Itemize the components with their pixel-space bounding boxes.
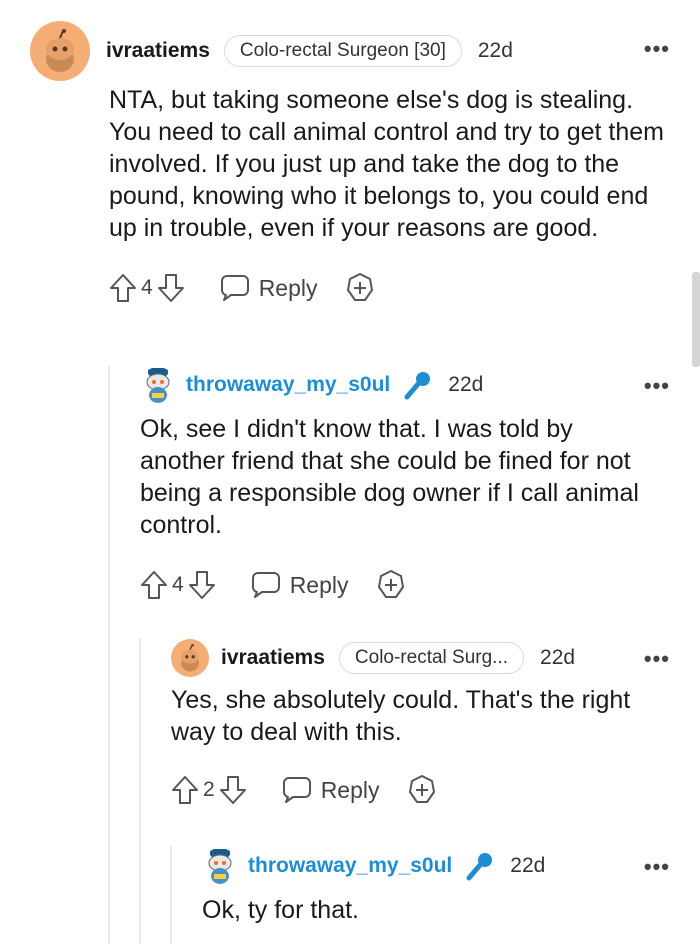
comment-timestamp: 22d — [540, 646, 576, 669]
comment-body: Yes, she absolutely could. That's the ri… — [171, 686, 631, 746]
speech-bubble-icon — [251, 572, 280, 598]
award-plus-icon — [346, 273, 373, 301]
award-button[interactable] — [344, 272, 376, 304]
comment-timestamp: 22d — [448, 373, 484, 396]
user-flair: Colo-rectal Surgeon [30] — [223, 35, 462, 67]
comment-actions: 4 Reply — [140, 565, 670, 605]
snoo-avatar-icon — [181, 644, 199, 672]
comment-author[interactable]: throwaway_my_s0ul — [186, 373, 390, 397]
more-options-button[interactable]: ••• — [644, 373, 670, 399]
vote-count: 4 — [172, 573, 184, 596]
snoo-avatar-icon — [46, 29, 74, 72]
thread-line-level-1[interactable] — [108, 366, 110, 944]
more-options-button[interactable]: ••• — [644, 646, 670, 672]
speech-bubble-icon — [220, 275, 249, 301]
scrollbar-thumb[interactable] — [692, 272, 700, 367]
award-button[interactable] — [406, 774, 438, 806]
reply-label: Reply — [258, 274, 318, 301]
reply-label: Reply — [320, 776, 380, 803]
vote-count: 2 — [203, 778, 215, 801]
downvote-icon[interactable] — [188, 570, 216, 600]
vote-count: 4 — [141, 276, 153, 299]
award-plus-icon — [408, 775, 435, 803]
reply-button[interactable]: Reply — [281, 775, 380, 805]
upvote-icon[interactable] — [171, 775, 199, 805]
comment-body: NTA, but taking someone else's dog is st… — [109, 86, 664, 242]
custom-snoo-avatar-icon — [208, 849, 232, 884]
microphone-icon — [464, 851, 494, 881]
comment-actions: 2 Reply — [171, 770, 670, 810]
reply-button[interactable]: Reply — [250, 570, 349, 600]
downvote-icon[interactable] — [157, 273, 185, 303]
thread-line-level-3[interactable] — [170, 846, 172, 944]
user-flair: Colo-rectal Surg... — [338, 642, 525, 674]
comment-timestamp: 22d — [510, 854, 546, 877]
comment-1: ivraatiems Colo-rectal Surgeon [30] 22d … — [30, 20, 670, 308]
comment-author[interactable]: ivraatiems — [106, 39, 210, 63]
custom-snoo-avatar-icon — [146, 368, 170, 403]
more-options-button[interactable]: ••• — [644, 36, 670, 62]
comment-author[interactable]: ivraatiems — [221, 646, 325, 670]
award-button[interactable] — [375, 569, 407, 601]
comment-body: Ok, ty for that. — [202, 896, 359, 924]
reply-button[interactable]: Reply — [219, 273, 318, 303]
reply-label: Reply — [289, 571, 349, 598]
user-avatar[interactable] — [140, 367, 176, 403]
award-plus-icon — [377, 570, 404, 598]
comment-3: ivraatiems Colo-rectal Surg... 22d ••• Y… — [171, 638, 670, 810]
comment-4: throwaway_my_s0ul 22d ••• Ok, ty for tha… — [202, 846, 670, 926]
user-avatar[interactable] — [30, 21, 90, 81]
upvote-icon[interactable] — [109, 273, 137, 303]
comment-author[interactable]: throwaway_my_s0ul — [248, 854, 452, 878]
comment-2: throwaway_my_s0ul 22d ••• Ok, see I didn… — [140, 365, 670, 605]
downvote-icon[interactable] — [219, 775, 247, 805]
comment-timestamp: 22d — [477, 39, 513, 62]
comment-body: Ok, see I didn't know that. I was told b… — [140, 415, 639, 539]
more-options-button[interactable]: ••• — [644, 854, 670, 880]
thread-line-level-2[interactable] — [139, 638, 141, 944]
user-avatar[interactable] — [202, 848, 238, 884]
user-avatar[interactable] — [171, 639, 209, 677]
microphone-icon — [402, 370, 432, 400]
speech-bubble-icon — [282, 777, 311, 803]
comment-actions: 4 Reply — [109, 268, 670, 308]
upvote-icon[interactable] — [140, 570, 168, 600]
